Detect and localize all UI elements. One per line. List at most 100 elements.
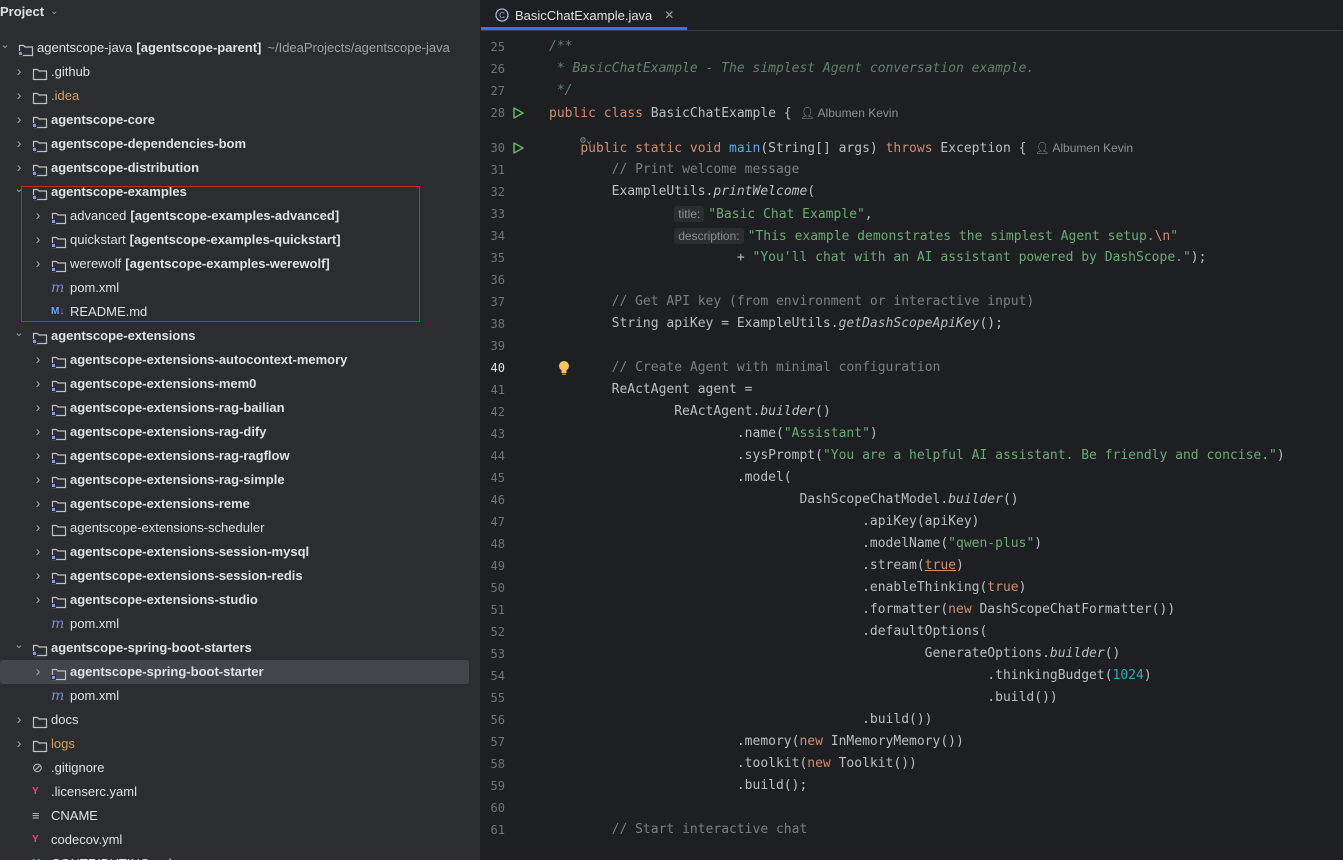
tree-item[interactable]: › agentscope-extensions-rag-bailian: [0, 396, 480, 420]
code-line[interactable]: .build()): [549, 687, 1057, 709]
code-line[interactable]: */: [549, 80, 573, 102]
chevron-down-icon[interactable]: ⌄: [14, 636, 24, 660]
code-line[interactable]: public class BasicChatExample {👤︎ Albume…: [549, 102, 898, 124]
code-line[interactable]: ReActAgent agent =: [549, 379, 753, 401]
tree-item[interactable]: › agentscope-extensions-rag-simple: [0, 468, 480, 492]
run-icon[interactable]: [511, 106, 525, 120]
tree-item[interactable]: m pom.xml: [0, 612, 480, 636]
tab-label[interactable]: BasicChatExample.java: [515, 8, 652, 23]
chevron-right-icon[interactable]: ›: [33, 252, 43, 276]
tree-item[interactable]: › agentscope-extensions-mem0: [0, 372, 480, 396]
chevron-right-icon[interactable]: ›: [14, 60, 24, 84]
tree-item[interactable]: › werewolf [agentscope-examples-werewolf]: [0, 252, 480, 276]
tree-item[interactable]: › agentscope-extensions-scheduler: [0, 516, 480, 540]
code-line[interactable]: /**: [549, 36, 572, 58]
tree-item[interactable]: ⌄ agentscope-extensions: [0, 324, 480, 348]
tree-item[interactable]: ⌄ agentscope-java [agentscope-parent] ~/Ide…: [0, 36, 480, 60]
code-line[interactable]: GenerateOptions.builder(): [549, 643, 1121, 665]
code-line[interactable]: public static void main(String[] args) t…: [549, 137, 1133, 159]
tree-item[interactable]: Y .licenserc.yaml: [0, 780, 480, 804]
tree-item[interactable]: › .github: [0, 60, 480, 84]
chevron-right-icon[interactable]: ›: [33, 372, 43, 396]
code-line[interactable]: ReActAgent.builder(): [549, 401, 831, 423]
chevron-right-icon[interactable]: ›: [33, 588, 43, 612]
code-line[interactable]: // Create Agent with minimal configurati…: [549, 357, 941, 379]
tree-item[interactable]: › agentscope-extensions-session-mysql: [0, 540, 480, 564]
chevron-right-icon[interactable]: ›: [33, 348, 43, 372]
tree-item[interactable]: M↓CONTRIBUTING.md: [0, 852, 480, 860]
chevron-right-icon[interactable]: ›: [14, 156, 24, 180]
tree-item[interactable]: › agentscope-spring-boot-starter: [0, 660, 480, 684]
code-line[interactable]: .name("Assistant"): [549, 423, 878, 445]
code-line[interactable]: .model(: [549, 467, 792, 489]
code-line[interactable]: .sysPrompt("You are a helpful AI assista…: [549, 445, 1285, 467]
code-editor[interactable]: C BasicChatExample.java ✕ 25 26 27 28 30 31 32…: [481, 0, 1343, 860]
code-line[interactable]: .stream(true): [549, 555, 964, 577]
chevron-down-icon[interactable]: ⌄: [14, 324, 24, 348]
tree-item[interactable]: m pom.xml: [0, 684, 480, 708]
project-title[interactable]: Project: [0, 4, 44, 19]
close-icon[interactable]: ✕: [664, 8, 674, 22]
run-icon[interactable]: [511, 141, 525, 155]
chevron-right-icon[interactable]: ›: [33, 204, 43, 228]
code-line[interactable]: .build();: [549, 775, 807, 797]
code-line[interactable]: .build()): [549, 709, 932, 731]
chevron-right-icon[interactable]: ›: [33, 420, 43, 444]
code-line[interactable]: // Get API key (from environment or inte…: [549, 291, 1035, 313]
code-line[interactable]: title: "Basic Chat Example",: [549, 203, 873, 225]
tree-item[interactable]: › agentscope-extensions-rag-dify: [0, 420, 480, 444]
code-line[interactable]: .modelName("qwen-plus"): [549, 533, 1042, 555]
code-line[interactable]: description: "This example demonstrates t…: [549, 225, 1178, 247]
code-line[interactable]: + "You'll chat with an AI assistant powe…: [549, 247, 1207, 269]
code-line[interactable]: .enableThinking(true): [549, 577, 1026, 599]
code-line[interactable]: // Start interactive chat: [549, 819, 808, 841]
tree-item[interactable]: › quickstart [agentscope-examples-quicksta…: [0, 228, 480, 252]
code-line[interactable]: .apiKey(apiKey): [549, 511, 979, 533]
project-header[interactable]: Project ⌄: [0, 0, 480, 22]
code-author-hint[interactable]: 👤︎ Albumen Kevin: [1034, 141, 1133, 155]
tree-item[interactable]: › agentscope-extensions-reme: [0, 492, 480, 516]
tree-item[interactable]: › agentscope-extensions-autocontext-memor…: [0, 348, 480, 372]
code-line[interactable]: .toolkit(new Toolkit()): [549, 753, 917, 775]
tree-item[interactable]: ⌄ agentscope-spring-boot-starters: [0, 636, 480, 660]
code-author-hint[interactable]: 👤︎ Albumen Kevin: [800, 106, 899, 120]
chevron-right-icon[interactable]: ›: [33, 228, 43, 252]
code-line[interactable]: .defaultOptions(: [549, 621, 987, 643]
code-vision-icon[interactable]: ⚙⌄: [580, 130, 592, 152]
chevron-right-icon[interactable]: ›: [14, 108, 24, 132]
tree-item[interactable]: › logs: [0, 732, 480, 756]
chevron-right-icon[interactable]: ›: [33, 540, 43, 564]
chevron-right-icon[interactable]: ›: [33, 564, 43, 588]
tree-item[interactable]: › agentscope-core: [0, 108, 480, 132]
tree-item[interactable]: ⊘ .gitignore: [0, 756, 480, 780]
chevron-right-icon[interactable]: ›: [14, 84, 24, 108]
code-line[interactable]: // Print welcome message: [549, 159, 800, 181]
chevron-right-icon[interactable]: ›: [33, 492, 43, 516]
chevron-down-icon[interactable]: ⌄: [0, 36, 10, 60]
code-line[interactable]: ExampleUtils.printWelcome(: [549, 181, 816, 203]
chevron-right-icon[interactable]: ›: [14, 732, 24, 756]
tree-item[interactable]: › agentscope-extensions-rag-ragflow: [0, 444, 480, 468]
tree-item[interactable]: › .idea: [0, 84, 480, 108]
tree-item[interactable]: › docs: [0, 708, 480, 732]
chevron-down-icon[interactable]: ⌄: [50, 6, 58, 17]
code-line[interactable]: .formatter(new DashScopeChatFormatter()): [549, 599, 1175, 621]
tree-item[interactable]: M↓ README.md: [0, 300, 480, 324]
code-line[interactable]: .thinkingBudget(1024): [549, 665, 1151, 687]
tree-item[interactable]: › advanced [agentscope-examples-advanced]: [0, 204, 480, 228]
chevron-right-icon[interactable]: ›: [33, 468, 43, 492]
chevron-right-icon[interactable]: ›: [33, 660, 43, 684]
tree-item[interactable]: ≡ CNAME: [0, 804, 480, 828]
code-line[interactable]: * BasicChatExample - The simplest Agent …: [549, 58, 1034, 80]
chevron-right-icon[interactable]: ›: [14, 132, 24, 156]
chevron-down-icon[interactable]: ⌄: [14, 180, 24, 204]
tree-item[interactable]: › agentscope-dependencies-bom: [0, 132, 480, 156]
tree-item[interactable]: › agentscope-extensions-studio: [0, 588, 480, 612]
tree-item[interactable]: ⌄ agentscope-examples: [0, 180, 480, 204]
code-line[interactable]: String apiKey = ExampleUtils.getDashScop…: [549, 313, 1003, 335]
code-line[interactable]: .memory(new InMemoryMemory()): [549, 731, 964, 753]
tree-item[interactable]: › agentscope-distribution: [0, 156, 480, 180]
chevron-right-icon[interactable]: ›: [33, 516, 43, 540]
code-line[interactable]: DashScopeChatModel.builder(): [549, 489, 1018, 511]
tree-item[interactable]: Ycodecov.yml: [0, 828, 480, 852]
